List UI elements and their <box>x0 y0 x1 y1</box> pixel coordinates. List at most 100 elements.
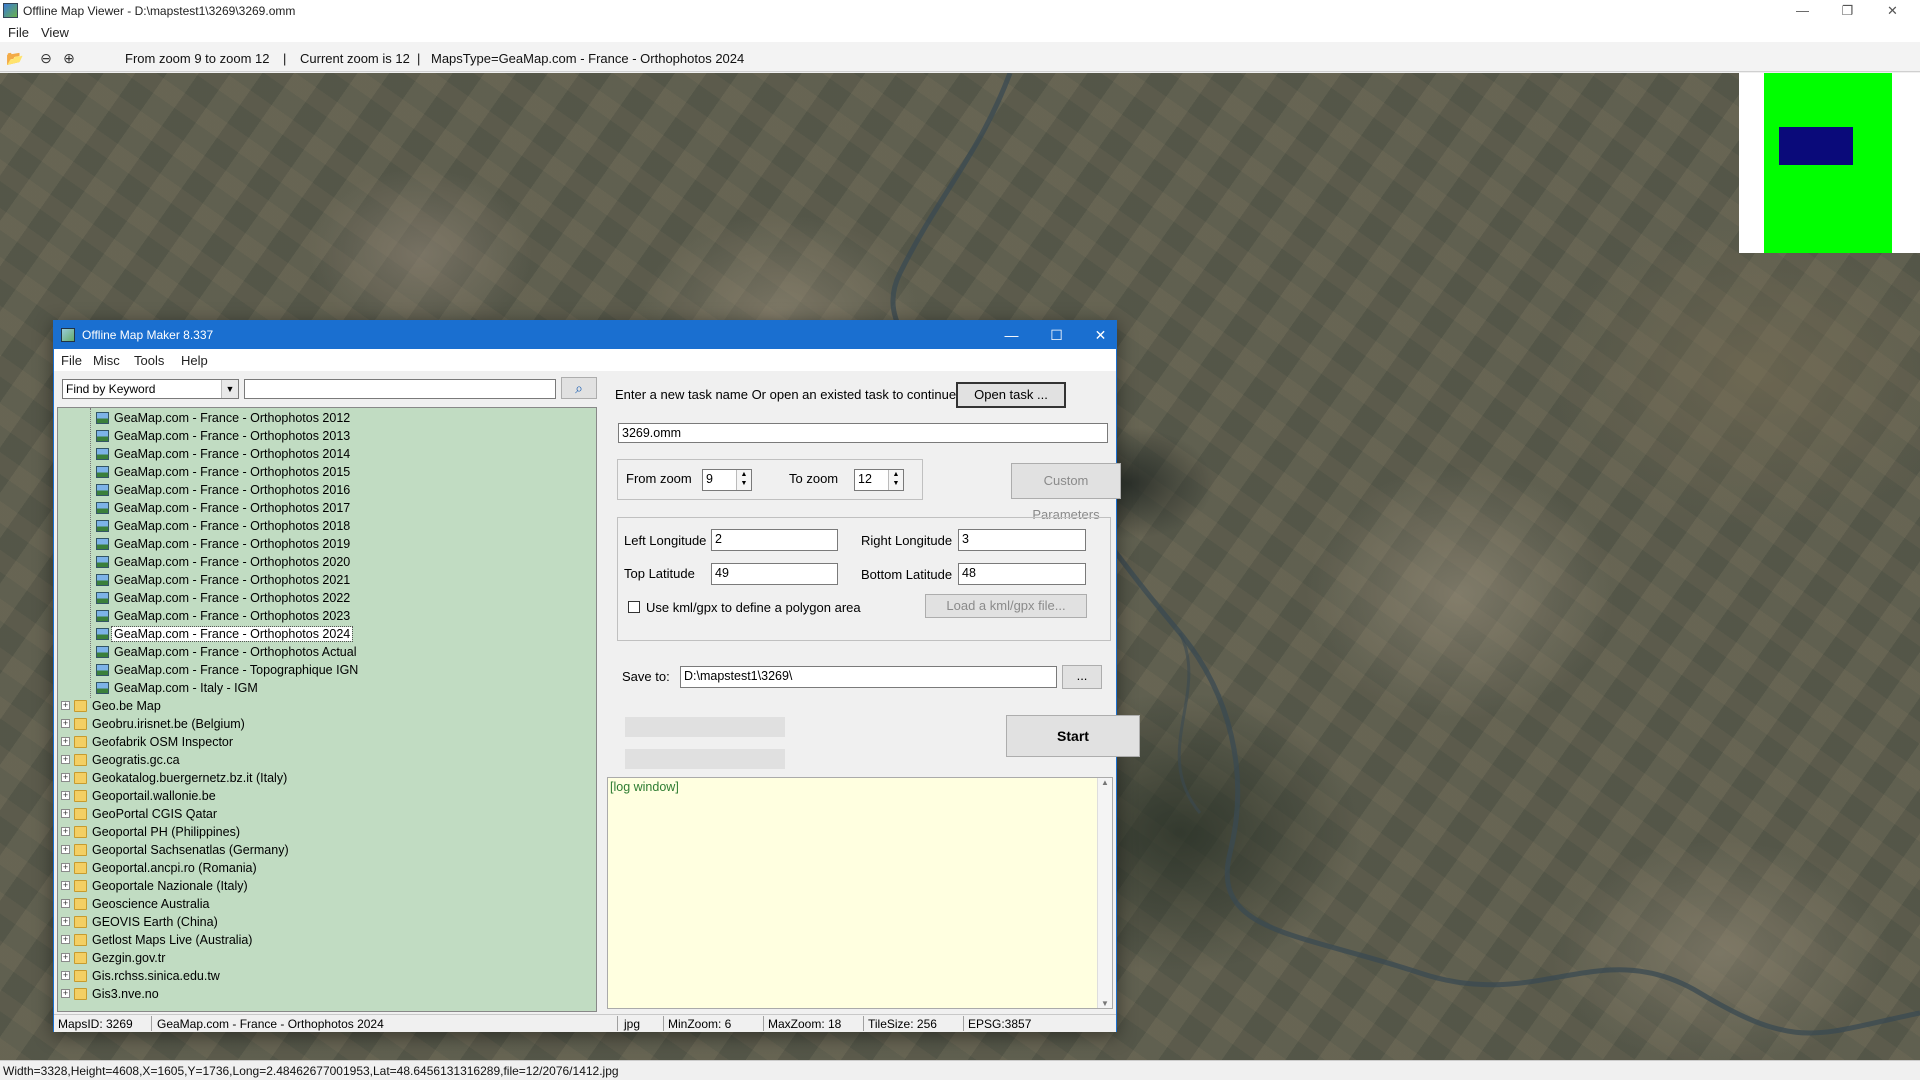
zoom-out-icon[interactable]: ⊖ <box>38 50 54 66</box>
tree-folder[interactable]: + Geoportal Sachsenatlas (Germany) <box>58 841 596 859</box>
dialog-menu-tools[interactable]: Tools <box>134 353 164 368</box>
dialog-close-button[interactable]: ✕ <box>1078 321 1123 349</box>
open-task-button[interactable]: Open task ... <box>956 382 1066 408</box>
menu-view[interactable]: View <box>41 25 69 40</box>
dialog-minimize-button[interactable]: — <box>989 321 1034 349</box>
left-longitude-input[interactable]: 2 <box>711 529 838 551</box>
tree-folder[interactable]: + Geoportail.wallonie.be <box>58 787 596 805</box>
dialog-titlebar[interactable]: Offline Map Maker 8.337 — ☐ ✕ <box>54 321 1116 349</box>
load-kml-button[interactable]: Load a kml/gpx file... <box>925 594 1087 618</box>
tree-folder[interactable]: + Geoscience Australia <box>58 895 596 913</box>
tree-item[interactable]: GeaMap.com - France - Orthophotos 2021 <box>58 571 596 589</box>
chevron-down-icon[interactable]: ▼ <box>221 380 238 398</box>
tree-item[interactable]: GeaMap.com - France - Orthophotos 2015 <box>58 463 596 481</box>
minimize-button[interactable]: — <box>1780 0 1825 22</box>
map-source-tree[interactable]: GeaMap.com - France - Orthophotos 2012 Ge… <box>57 407 597 1012</box>
expand-icon[interactable]: + <box>61 971 70 980</box>
tree-item[interactable]: GeaMap.com - France - Orthophotos 2012 <box>58 409 596 427</box>
expand-icon[interactable]: + <box>61 917 70 926</box>
start-button[interactable]: Start <box>1006 715 1140 757</box>
tree-item[interactable]: GeaMap.com - France - Topographique IGN <box>58 661 596 679</box>
to-zoom-stepper[interactable]: 12 ▲ ▼ <box>854 469 904 491</box>
tree-folder[interactable]: + Getlost Maps Live (Australia) <box>58 931 596 949</box>
zoom-in-icon[interactable]: ⊕ <box>61 50 77 66</box>
tree-item[interactable]: GeaMap.com - France - Orthophotos 2017 <box>58 499 596 517</box>
dialog-menu-help[interactable]: Help <box>181 353 208 368</box>
tree-item[interactable]: GeaMap.com - France - Orthophotos 2023 <box>58 607 596 625</box>
spin-down-icon[interactable]: ▼ <box>737 479 751 488</box>
maximize-button[interactable]: ❐ <box>1825 0 1870 22</box>
tree-item[interactable]: GeaMap.com - France - Orthophotos 2022 <box>58 589 596 607</box>
tree-folder[interactable]: + Geobru.irisnet.be (Belgium) <box>58 715 596 733</box>
tree-folder[interactable]: + GeoPortal CGIS Qatar <box>58 805 596 823</box>
tree-scrollbar[interactable] <box>596 618 597 718</box>
from-zoom-stepper[interactable]: 9 ▲ ▼ <box>702 469 752 491</box>
tree-item[interactable]: GeaMap.com - France - Orthophotos 2013 <box>58 427 596 445</box>
expand-icon[interactable]: + <box>61 737 70 746</box>
expand-icon[interactable]: + <box>61 809 70 818</box>
tree-folder[interactable]: + Geofabrik OSM Inspector <box>58 733 596 751</box>
tree-folder[interactable]: + Geogratis.gc.ca <box>58 751 596 769</box>
log-scrollbar[interactable]: ▲ ▼ <box>1097 778 1112 1008</box>
spin-arrows-icon[interactable]: ▲ ▼ <box>888 470 903 490</box>
tree-item[interactable]: GeaMap.com - France - Orthophotos 2016 <box>58 481 596 499</box>
spin-down-icon[interactable]: ▼ <box>889 479 903 488</box>
tree-folder[interactable]: + Geoportal PH (Philippines) <box>58 823 596 841</box>
close-button[interactable]: ✕ <box>1870 0 1915 22</box>
save-path-input[interactable]: D:\mapstest1\3269\ <box>680 666 1057 688</box>
right-longitude-input[interactable]: 3 <box>958 529 1086 551</box>
menu-file[interactable]: File <box>8 25 29 40</box>
expand-icon[interactable]: + <box>61 701 70 710</box>
keyword-search-input[interactable] <box>244 379 556 399</box>
expand-icon[interactable]: + <box>61 755 70 764</box>
tree-folder[interactable]: + Gezgin.gov.tr <box>58 949 596 967</box>
expand-icon[interactable]: + <box>61 791 70 800</box>
log-window[interactable]: [log window] ▲ ▼ <box>607 777 1113 1009</box>
open-folder-icon[interactable]: 📂 <box>6 50 23 66</box>
tree-folder[interactable]: + GEOVIS Earth (China) <box>58 913 596 931</box>
expand-icon[interactable]: + <box>61 881 70 890</box>
browse-button[interactable]: ... <box>1062 665 1102 689</box>
spin-up-icon[interactable]: ▲ <box>889 470 903 479</box>
custom-parameters-button[interactable]: Custom Parameters <box>1011 463 1121 522</box>
spin-arrows-icon[interactable]: ▲ ▼ <box>736 470 751 490</box>
tree-item[interactable]: GeaMap.com - France - Orthophotos 2014 <box>58 445 596 463</box>
tree-item[interactable]: GeaMap.com - France - Orthophotos 2024 <box>58 625 596 643</box>
dialog-maximize-button[interactable]: ☐ <box>1034 321 1079 349</box>
tree-folder[interactable]: + Geoportale Nazionale (Italy) <box>58 877 596 895</box>
tree-folder[interactable]: + Geo.be Map <box>58 697 596 715</box>
tree-item[interactable]: GeaMap.com - Italy - IGM <box>58 679 596 697</box>
expand-icon[interactable]: + <box>61 953 70 962</box>
search-mode-dropdown[interactable]: Find by Keyword ▼ <box>62 379 239 399</box>
scroll-up-icon[interactable]: ▲ <box>1098 778 1112 787</box>
task-name-input[interactable]: 3269.omm <box>618 423 1108 443</box>
top-latitude-input[interactable]: 49 <box>711 563 838 585</box>
expand-icon[interactable]: + <box>61 719 70 728</box>
tree-folder[interactable]: + Gis.rchss.sinica.edu.tw <box>58 967 596 985</box>
tree-item[interactable]: GeaMap.com - France - Orthophotos 2018 <box>58 517 596 535</box>
tree-folder[interactable]: + Geoportal.ancpi.ro (Romania) <box>58 859 596 877</box>
spin-up-icon[interactable]: ▲ <box>737 470 751 479</box>
expand-icon[interactable]: + <box>61 773 70 782</box>
tree-item[interactable]: GeaMap.com - France - Orthophotos 2020 <box>58 553 596 571</box>
expand-icon[interactable]: + <box>61 863 70 872</box>
minimap-viewport[interactable] <box>1779 127 1853 165</box>
toolbar: 📂 ⊖ ⊕ From zoom 9 to zoom 12 | Current z… <box>0 42 1920 72</box>
left-longitude-label: Left Longitude <box>624 533 707 548</box>
tree-item[interactable]: GeaMap.com - France - Orthophotos Actual <box>58 643 596 661</box>
search-button[interactable]: ⌕ <box>561 377 597 399</box>
dialog-menu-file[interactable]: File <box>61 353 82 368</box>
minimap[interactable] <box>1739 73 1920 253</box>
bottom-latitude-input[interactable]: 48 <box>958 563 1086 585</box>
kml-checkbox[interactable] <box>628 601 640 613</box>
expand-icon[interactable]: + <box>61 845 70 854</box>
expand-icon[interactable]: + <box>61 935 70 944</box>
dialog-menu-misc[interactable]: Misc <box>93 353 120 368</box>
tree-folder[interactable]: + Geokatalog.buergernetz.bz.it (Italy) <box>58 769 596 787</box>
tree-folder[interactable]: + Gis3.nve.no <box>58 985 596 1003</box>
expand-icon[interactable]: + <box>61 989 70 998</box>
expand-icon[interactable]: + <box>61 827 70 836</box>
scroll-down-icon[interactable]: ▼ <box>1098 999 1112 1008</box>
expand-icon[interactable]: + <box>61 899 70 908</box>
tree-item[interactable]: GeaMap.com - France - Orthophotos 2019 <box>58 535 596 553</box>
